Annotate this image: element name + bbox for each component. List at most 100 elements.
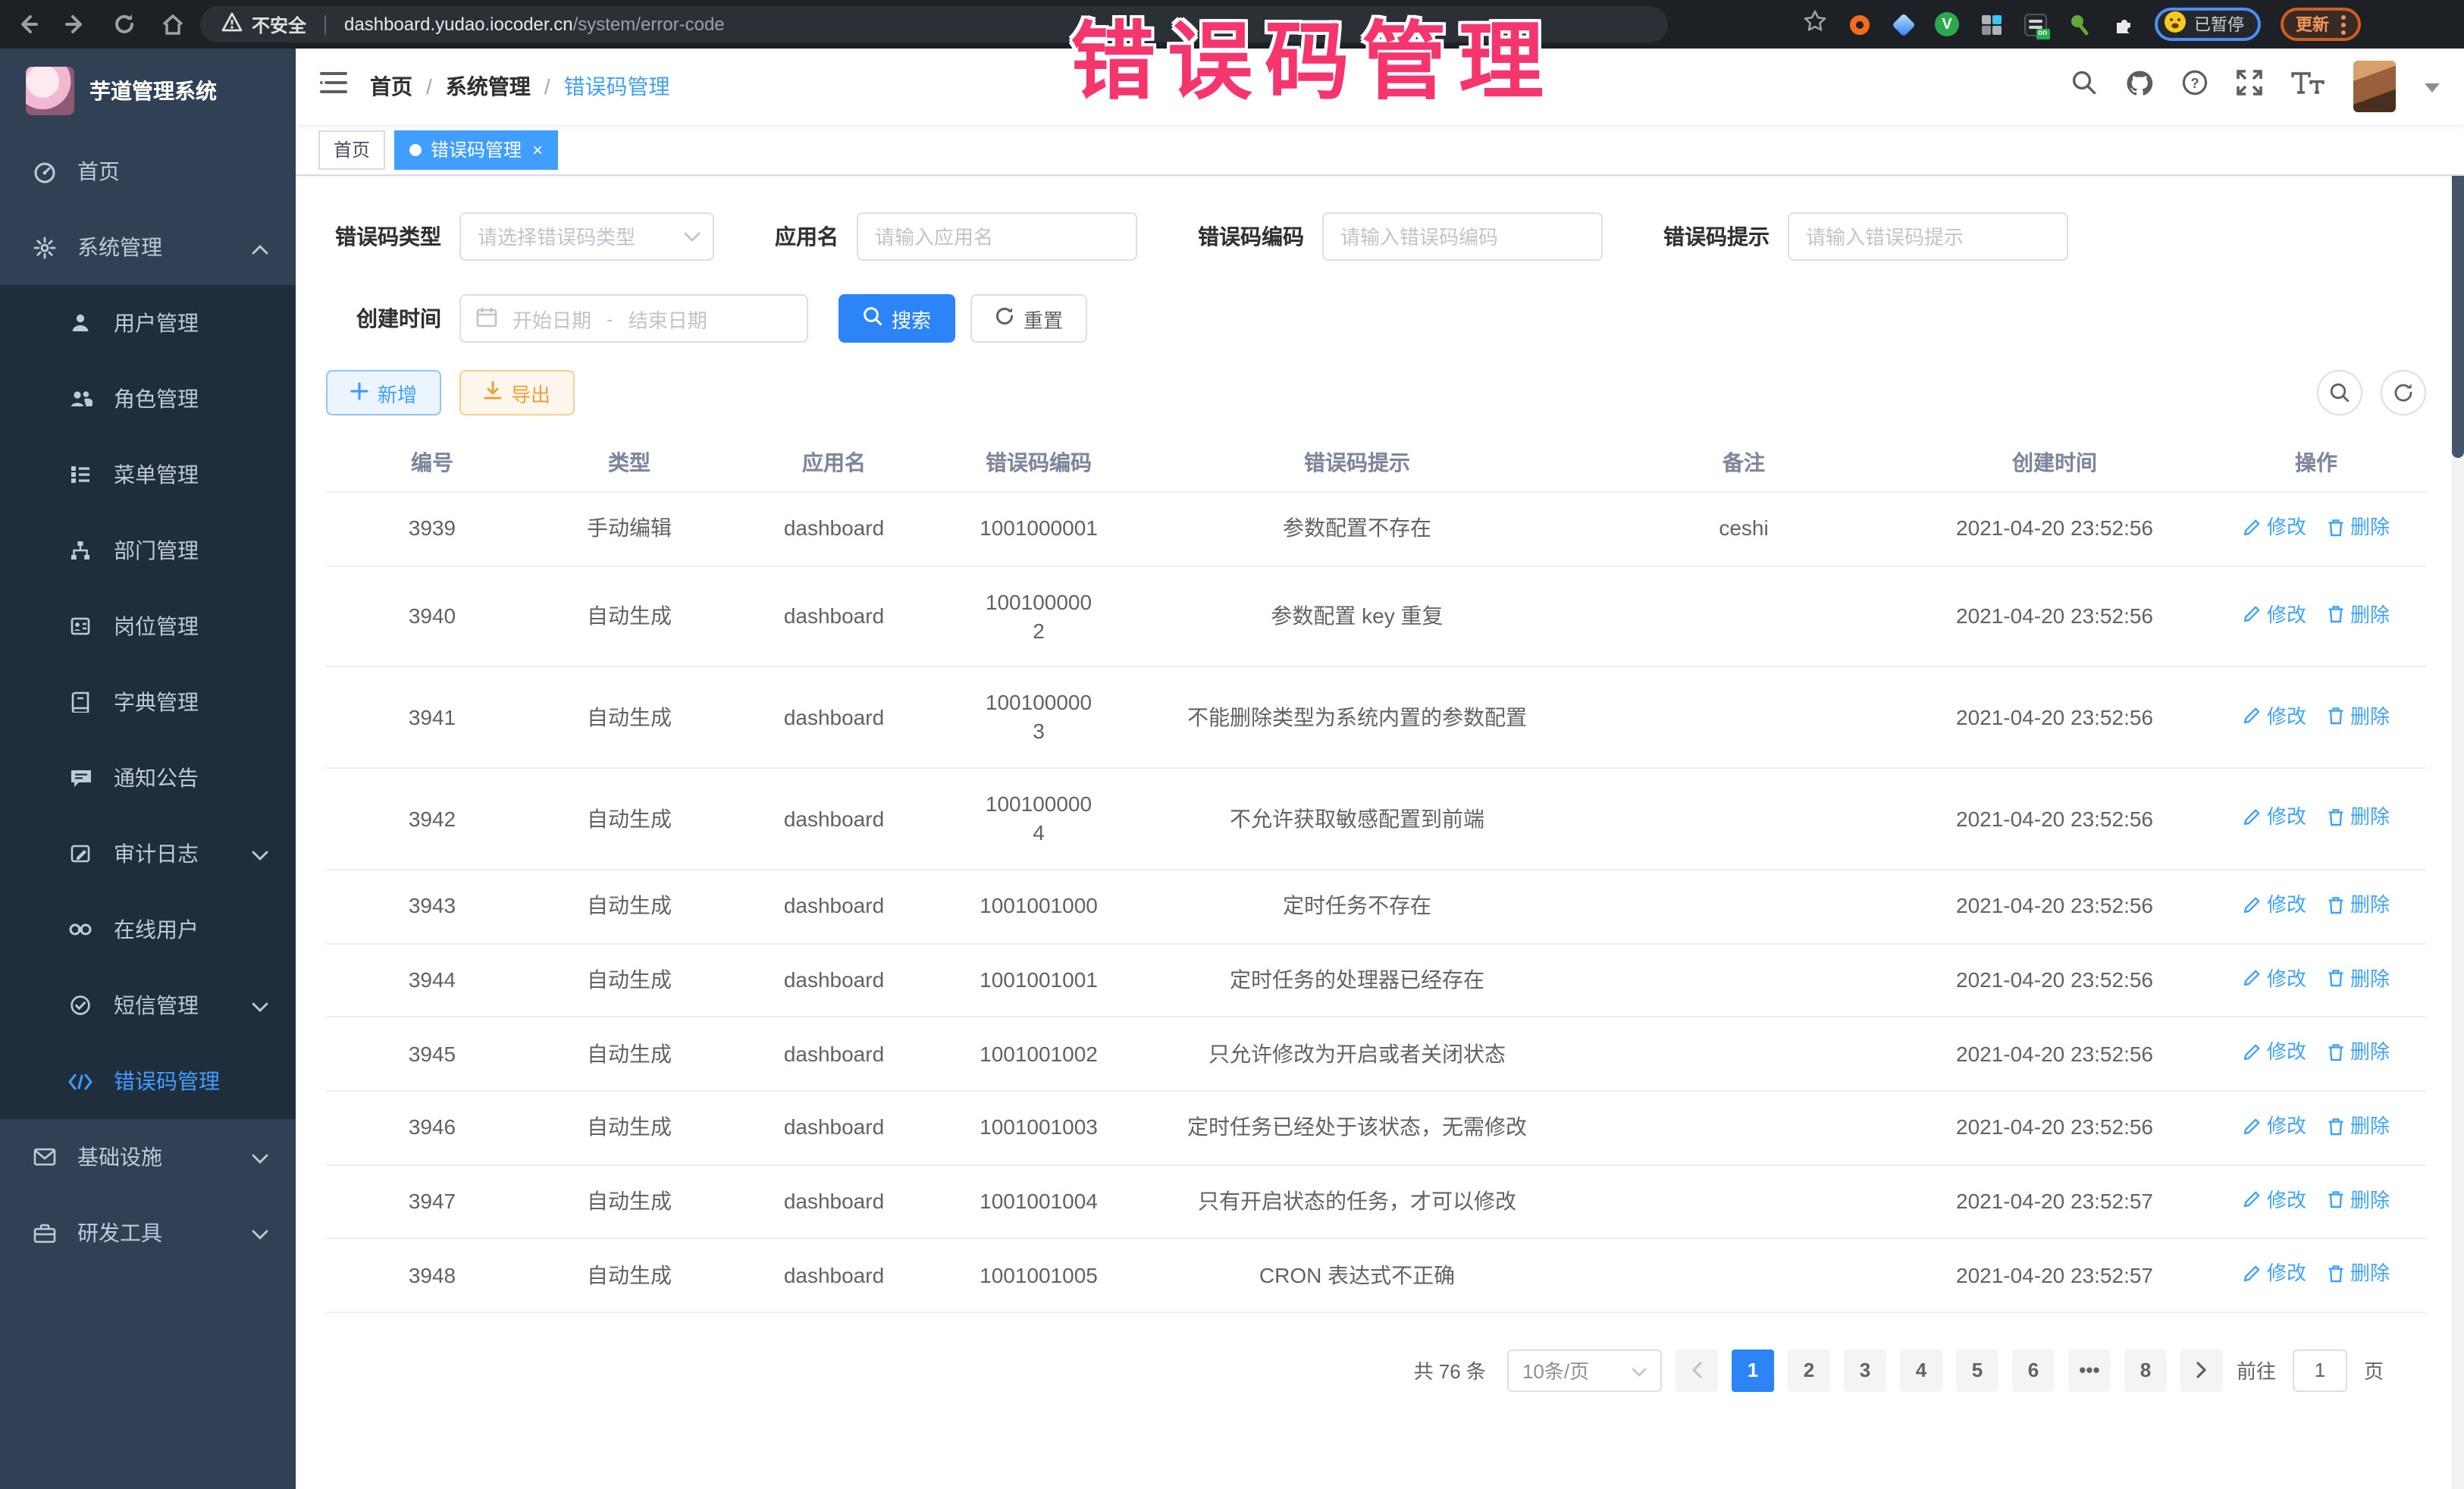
address-bar[interactable]: 不安全 dashboard.yudao.iocoder.cn/system/er… bbox=[200, 6, 1668, 42]
sidebar-item-infrastructure[interactable]: 基础设施 bbox=[0, 1119, 296, 1195]
page-number-button[interactable]: 5 bbox=[1956, 1350, 1998, 1392]
breadcrumb-system[interactable]: 系统管理 bbox=[446, 71, 531, 102]
delete-link[interactable]: 删除 bbox=[2328, 1261, 2390, 1287]
error-type-select[interactable] bbox=[459, 212, 714, 261]
app-name-input[interactable] bbox=[857, 212, 1137, 261]
edit-link[interactable]: 修改 bbox=[2243, 514, 2306, 541]
add-button[interactable]: 新增 bbox=[326, 370, 441, 415]
fullscreen-icon[interactable] bbox=[2237, 70, 2262, 103]
app-logo[interactable]: 芋道管理系统 bbox=[0, 49, 296, 133]
user-avatar[interactable] bbox=[2353, 61, 2396, 112]
plus-icon bbox=[350, 381, 368, 404]
page-size-select[interactable]: 10条/页 bbox=[1507, 1350, 1662, 1392]
sidebar-menu: 首页 系统管理 用户管理 角色管理 bbox=[0, 133, 296, 1271]
delete-link[interactable]: 删除 bbox=[2328, 965, 2390, 992]
github-icon[interactable] bbox=[2126, 70, 2153, 103]
edit-link[interactable]: 修改 bbox=[2243, 1186, 2306, 1213]
forward-icon[interactable] bbox=[64, 12, 88, 36]
page-number-button[interactable]: ••• bbox=[2068, 1350, 2111, 1392]
page-number-button[interactable]: 6 bbox=[2012, 1350, 2055, 1392]
edit-link[interactable]: 修改 bbox=[2243, 1261, 2306, 1287]
sidebar-item-home[interactable]: 首页 bbox=[0, 133, 296, 209]
page-number-button[interactable]: 4 bbox=[1900, 1350, 1942, 1392]
search-button[interactable]: 搜索 bbox=[839, 294, 955, 343]
table-row: 3948 自动生成 dashboard 1001001005 CRON 表达式不… bbox=[326, 1239, 2426, 1312]
tag-home[interactable]: 首页 bbox=[318, 130, 385, 169]
search-icon[interactable] bbox=[2071, 70, 2097, 103]
cell-code: 1001001003 bbox=[948, 1091, 1130, 1165]
edit-link[interactable]: 修改 bbox=[2243, 601, 2306, 628]
page-scrollbar[interactable] bbox=[2452, 49, 2464, 1489]
edit-link[interactable]: 修改 bbox=[2243, 892, 2306, 918]
edit-link[interactable]: 修改 bbox=[2243, 703, 2306, 729]
sidebar-item-audit-log[interactable]: 审计日志 bbox=[0, 816, 296, 892]
cell-actions: 修改删除 bbox=[2206, 1165, 2426, 1238]
edit-link[interactable]: 修改 bbox=[2243, 1039, 2306, 1066]
grid-extension-icon[interactable] bbox=[1979, 12, 2003, 36]
close-icon[interactable]: × bbox=[532, 139, 543, 160]
delete-link[interactable]: 删除 bbox=[2328, 1186, 2390, 1213]
page-number-button[interactable]: 2 bbox=[1788, 1350, 1830, 1392]
delete-link[interactable]: 删除 bbox=[2328, 703, 2390, 729]
home-icon[interactable] bbox=[161, 12, 185, 36]
blue-gem-extension-icon[interactable] bbox=[1891, 12, 1915, 36]
cell-remark bbox=[1585, 566, 1903, 667]
show-search-toggle-button[interactable] bbox=[2317, 370, 2362, 415]
system-submenu: 用户管理 角色管理 菜单管理 部门管理 bbox=[0, 285, 296, 1119]
font-size-icon[interactable] bbox=[2291, 71, 2324, 102]
edit-link[interactable]: 修改 bbox=[2243, 804, 2306, 831]
sidebar-item-menus[interactable]: 菜单管理 bbox=[0, 437, 296, 513]
sidebar-item-roles[interactable]: 角色管理 bbox=[0, 361, 296, 437]
edit-link[interactable]: 修改 bbox=[2243, 965, 2306, 992]
breadcrumb-home[interactable]: 首页 bbox=[370, 71, 412, 102]
page-number-button[interactable]: 3 bbox=[1844, 1350, 1886, 1392]
caret-down-icon[interactable] bbox=[2425, 73, 2440, 100]
list-on-extension-icon[interactable]: on bbox=[2023, 12, 2047, 36]
date-range-picker[interactable]: 开始日期 - 结束日期 bbox=[459, 294, 808, 343]
next-page-button[interactable] bbox=[2180, 1350, 2223, 1392]
sidebar-item-error-code[interactable]: 错误码管理 bbox=[0, 1043, 296, 1119]
help-icon[interactable]: ? bbox=[2182, 70, 2208, 103]
browser-update-button[interactable]: 更新 bbox=[2281, 8, 2361, 41]
sidebar-item-label: 部门管理 bbox=[114, 535, 199, 566]
sidebar-item-announcements[interactable]: 通知公告 bbox=[0, 740, 296, 816]
delete-link[interactable]: 删除 bbox=[2328, 1113, 2390, 1139]
delete-link[interactable]: 删除 bbox=[2328, 514, 2390, 541]
sidebar-item-users[interactable]: 用户管理 bbox=[0, 285, 296, 361]
sidebar-item-dev-tools[interactable]: 研发工具 bbox=[0, 1195, 296, 1271]
export-button[interactable]: 导出 bbox=[459, 370, 575, 415]
star-icon[interactable] bbox=[1803, 8, 1827, 40]
sidebar-item-sms[interactable]: 短信管理 bbox=[0, 967, 296, 1043]
prev-page-button[interactable] bbox=[1676, 1350, 1718, 1392]
page-number-button[interactable]: 8 bbox=[2124, 1350, 2167, 1392]
kebab-menu-icon[interactable] bbox=[2341, 14, 2346, 34]
extension-paused-badge[interactable]: 已暂停 bbox=[2155, 8, 2261, 41]
reset-button[interactable]: 重置 bbox=[970, 294, 1087, 343]
puzzle-extension-icon[interactable] bbox=[2111, 12, 2135, 36]
delete-link[interactable]: 删除 bbox=[2328, 601, 2390, 628]
tag-error-code[interactable]: 错误码管理 × bbox=[394, 130, 558, 169]
cell-actions: 修改删除 bbox=[2206, 1017, 2426, 1091]
sidebar-item-posts[interactable]: 岗位管理 bbox=[0, 588, 296, 664]
page-number-button[interactable]: 1 bbox=[1732, 1350, 1774, 1392]
back-icon[interactable] bbox=[15, 12, 39, 36]
sidebar-item-departments[interactable]: 部门管理 bbox=[0, 513, 296, 588]
refresh-table-button[interactable] bbox=[2381, 370, 2426, 415]
error-msg-input[interactable] bbox=[1788, 212, 2068, 261]
delete-link[interactable]: 删除 bbox=[2328, 804, 2390, 831]
reload-icon[interactable] bbox=[112, 12, 136, 36]
cell-msg: 不允许获取敏感配置到前端 bbox=[1130, 768, 1585, 870]
green-v-extension-icon[interactable]: V bbox=[1935, 12, 1959, 36]
delete-link[interactable]: 删除 bbox=[2328, 1039, 2390, 1066]
delete-link[interactable]: 删除 bbox=[2328, 892, 2390, 918]
hamburger-icon[interactable] bbox=[320, 71, 347, 102]
error-code-input[interactable] bbox=[1322, 212, 1603, 261]
green-sprout-extension-icon[interactable] bbox=[2067, 12, 2091, 36]
edit-link[interactable]: 修改 bbox=[2243, 1113, 2306, 1139]
sidebar-item-system[interactable]: 系统管理 bbox=[0, 209, 296, 285]
sidebar-item-online-users[interactable]: 在线用户 bbox=[0, 892, 296, 967]
orange-ring-extension-icon[interactable] bbox=[1847, 12, 1871, 36]
scrollbar-thumb[interactable] bbox=[2452, 170, 2464, 458]
goto-page-input[interactable] bbox=[2293, 1350, 2347, 1392]
sidebar-item-dictionary[interactable]: 字典管理 bbox=[0, 664, 296, 740]
